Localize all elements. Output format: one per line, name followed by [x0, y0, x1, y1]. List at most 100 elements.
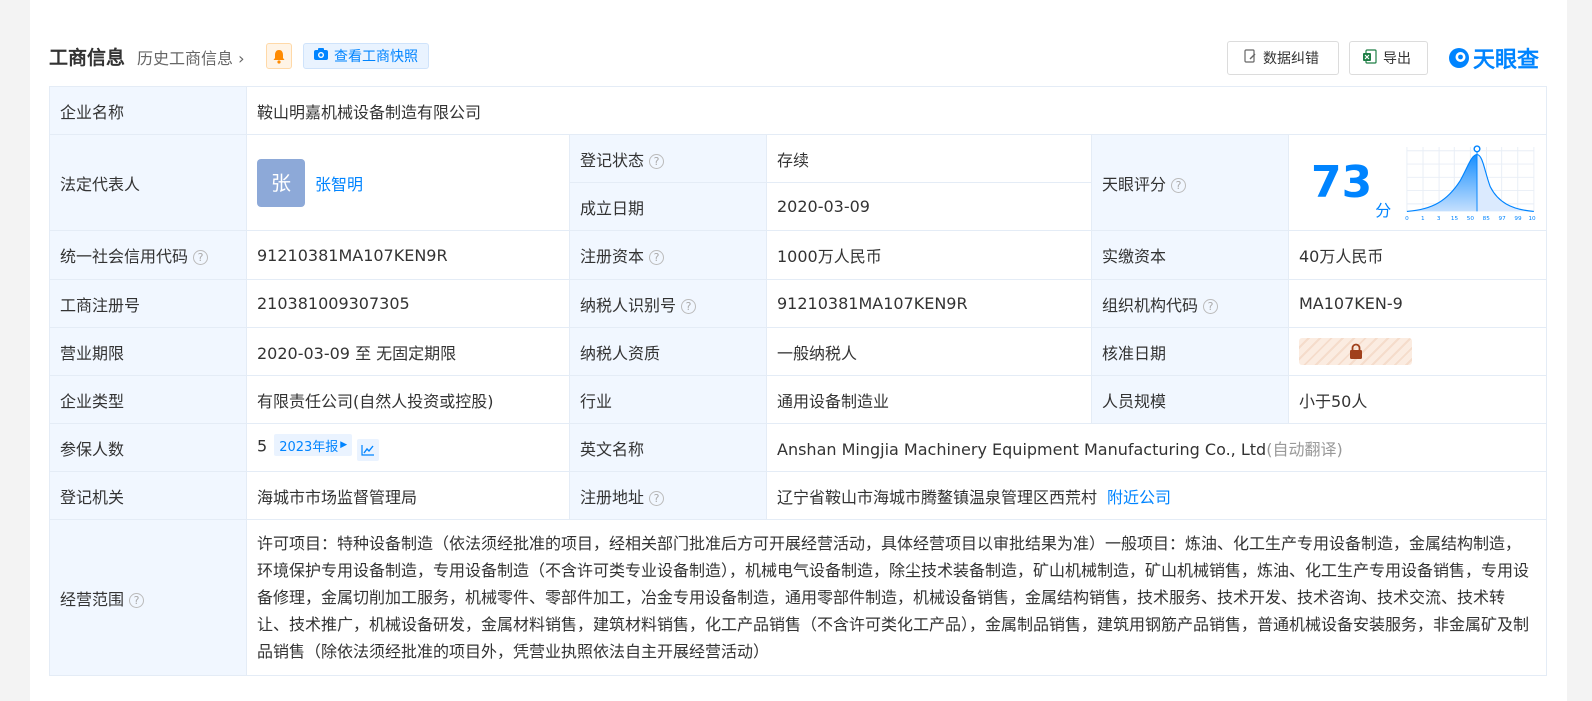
taxpayer-qual-label: 纳税人资质 — [569, 327, 767, 376]
industry-label: 行业 — [569, 375, 767, 424]
found-date: 2020-03-09 — [766, 182, 1092, 231]
english-name-label: 英文名称 — [569, 423, 767, 472]
approve-date-label: 核准日期 — [1091, 327, 1289, 376]
authority: 海城市市场监督管理局 — [246, 471, 570, 520]
caret-right-icon: ▶ — [340, 440, 348, 451]
reg-status-label-cell: 登记状态? — [569, 134, 767, 183]
address-cell: 辽宁省鞍山市海城市腾鳌镇温泉管理区西荒村 附近公司 — [765, 471, 1548, 520]
paid-capital: 40万人民币 — [1287, 230, 1548, 280]
score-axis-tick: 50 — [1467, 215, 1475, 221]
legal-rep-name[interactable]: 张智明 — [315, 175, 363, 194]
snapshot-button[interactable]: 查看工商快照 — [303, 43, 429, 69]
help-icon[interactable]: ? — [649, 153, 665, 169]
address: 辽宁省鞍山市海城市腾鳌镇温泉管理区西荒村 — [777, 487, 1098, 507]
insured-count: 5 — [257, 436, 268, 456]
section-title: 工商信息 — [49, 47, 126, 69]
staff-size: 小于50人 — [1287, 375, 1548, 424]
section-header: 工商信息 历史工商信息 › 查看工商快照 数据纠错 导出 天眼查 — [49, 40, 1549, 75]
insured-label: 参保人数 — [49, 423, 247, 472]
locked-value[interactable] — [1299, 338, 1412, 365]
excel-icon — [1362, 48, 1377, 68]
type-label: 企业类型 — [49, 375, 247, 424]
trend-chart-icon[interactable] — [357, 438, 380, 461]
legal-rep-cell: 张张智明 — [246, 134, 570, 231]
found-date-label: 成立日期 — [569, 182, 767, 231]
chevron-right-icon: › — [233, 49, 245, 68]
export-button[interactable]: 导出 — [1349, 41, 1428, 75]
reg-status: 存续 — [766, 134, 1092, 183]
score-axis-tick: 85 — [1483, 215, 1491, 221]
help-icon[interactable]: ? — [1171, 177, 1187, 193]
term-label: 营业期限 — [49, 327, 247, 376]
industry: 通用设备制造业 — [766, 375, 1092, 424]
help-icon[interactable]: ? — [1203, 298, 1219, 314]
help-icon[interactable]: ? — [681, 298, 697, 314]
score-cell[interactable]: 73 分 0 1 3 15 50 85 97 99 100 — [1287, 134, 1548, 231]
table-row: 企业类型 有限责任公司(自然人投资或控股) 行业 通用设备制造业 人员规模 小于… — [49, 375, 1548, 424]
scope-label-cell: 经营范围? — [49, 519, 247, 676]
help-icon[interactable]: ? — [129, 592, 145, 608]
english-name-cell: Anshan Mingjia Machinery Equipment Manuf… — [765, 423, 1548, 472]
legal-rep-label: 法定代表人 — [49, 134, 247, 231]
tianyancha-logo: 天眼查 — [1447, 42, 1539, 74]
score-axis-tick: 100 — [1529, 215, 1536, 221]
score-axis-tick: 99 — [1515, 215, 1523, 221]
score-distribution-chart: 0 1 3 15 50 85 97 99 100 — [1405, 144, 1536, 221]
type: 有限责任公司(自然人投资或控股) — [246, 375, 570, 424]
table-row: 统一社会信用代码? 91210381MA107KEN9R 注册资本? 1000万… — [49, 230, 1548, 280]
score-axis-tick: 0 — [1405, 215, 1409, 221]
staff-size-label: 人员规模 — [1091, 375, 1289, 424]
score-axis-tick: 97 — [1499, 215, 1507, 221]
table-row: 法定代表人 张张智明 登记状态? 存续 天眼评分? 73 分 0 1 3 15 … — [49, 134, 1548, 231]
export-label: 导出 — [1383, 51, 1411, 67]
org-code: MA107KEN-9 — [1287, 279, 1548, 328]
score-label-cell: 天眼评分? — [1091, 134, 1289, 231]
company-name: 鞍山明嘉机械设备制造有限公司 — [245, 86, 1548, 135]
table-row: 登记机关 海城市市场监督管理局 注册地址? 辽宁省鞍山市海城市腾鳌镇温泉管理区西… — [49, 471, 1548, 520]
authority-label: 登记机关 — [49, 471, 247, 520]
term: 2020-03-09 至 无固定期限 — [246, 327, 570, 376]
score-value: 73 — [1311, 156, 1373, 208]
scroll-gutter — [1567, 0, 1592, 701]
data-correction-label: 数据纠错 — [1263, 51, 1319, 67]
business-info-table: 企业名称 鞍山明嘉机械设备制造有限公司 法定代表人 张张智明 登记状态? 存续 … — [49, 86, 1548, 676]
address-label-cell: 注册地址? — [569, 471, 767, 520]
credit-code: 91210381MA107KEN9R — [246, 230, 570, 280]
reg-no-label: 工商注册号 — [49, 279, 247, 328]
auto-translate-note: (自动翻译) — [1266, 439, 1343, 459]
score-axis-tick: 15 — [1451, 215, 1459, 221]
business-scope: 许可项目：特种设备制造（依法须经批准的项目，经相关部门批准后方可开展经营活动，具… — [245, 519, 1548, 676]
score-unit: 分 — [1375, 200, 1392, 220]
edit-doc-icon — [1244, 49, 1257, 67]
org-code-label-cell: 组织机构代码? — [1091, 279, 1289, 328]
reg-capital-label-cell: 注册资本? — [569, 230, 767, 280]
reg-no: 210381009307305 — [246, 279, 570, 328]
camera-icon — [313, 47, 329, 65]
paid-capital-label: 实缴资本 — [1091, 230, 1289, 280]
table-row: 营业期限 2020-03-09 至 无固定期限 纳税人资质 一般纳税人 核准日期 — [49, 327, 1548, 376]
table-row: 企业名称 鞍山明嘉机械设备制造有限公司 — [49, 86, 1548, 135]
bell-icon[interactable] — [266, 43, 292, 69]
data-correction-button[interactable]: 数据纠错 — [1227, 41, 1339, 75]
taxpayer-id-label-cell: 纳税人识别号? — [569, 279, 767, 328]
table-row: 经营范围? 许可项目：特种设备制造（依法须经批准的项目，经相关部门批准后方可开展… — [49, 519, 1548, 676]
table-row: 参保人数 5 2023年报 ▶ 英文名称 Anshan Mingjia Machin… — [49, 423, 1548, 472]
lock-icon — [1350, 343, 1362, 359]
annual-report-tag[interactable]: 2023年报 ▶ — [274, 434, 353, 457]
english-name: Anshan Mingjia Machinery Equipment Manuf… — [777, 439, 1267, 459]
logo-mark-icon — [1449, 48, 1469, 68]
help-icon[interactable]: ? — [649, 250, 665, 265]
avatar[interactable]: 张 — [257, 158, 305, 207]
taxpayer-qual: 一般纳税人 — [766, 327, 1092, 376]
reg-capital: 1000万人民币 — [766, 230, 1092, 280]
history-link[interactable]: 历史工商信息 › — [137, 45, 245, 69]
snapshot-label: 查看工商快照 — [334, 49, 418, 65]
score-axis-tick: 1 — [1421, 215, 1425, 221]
table-row: 工商注册号 210381009307305 纳税人识别号? 91210381MA… — [49, 279, 1548, 328]
help-icon[interactable]: ? — [649, 490, 665, 506]
taxpayer-id: 91210381MA107KEN9R — [766, 279, 1092, 328]
approve-date-cell — [1287, 327, 1548, 376]
nearby-companies-link[interactable]: 附近公司 — [1107, 488, 1171, 507]
help-icon[interactable]: ? — [193, 250, 209, 265]
score-axis-tick: 3 — [1437, 215, 1441, 221]
